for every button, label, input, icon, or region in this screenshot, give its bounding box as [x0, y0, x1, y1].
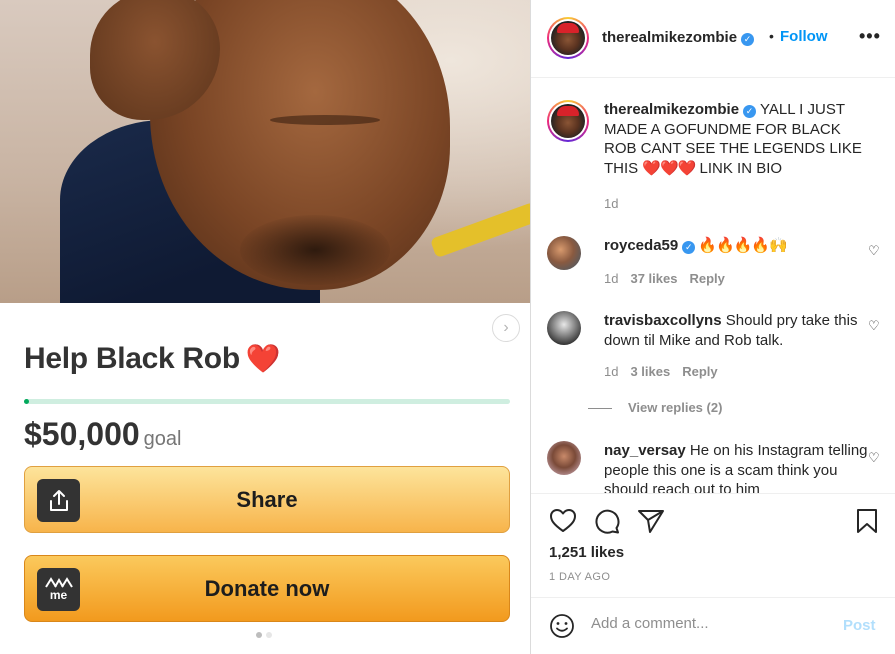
comment-time[interactable]: 1d: [604, 364, 618, 379]
campaign-title: Help Black Rob ❤️: [24, 342, 281, 376]
goal-amount: $50,000 goal: [24, 416, 181, 453]
reply-button[interactable]: Reply: [689, 271, 724, 286]
comment-meta: 1d 3 likes Reply: [604, 364, 730, 379]
post-side-panel: therealmikezombie ✓ • Follow ••• therealm…: [531, 0, 895, 654]
gofundme-me-icon: me: [37, 568, 80, 611]
avatar[interactable]: [547, 17, 589, 59]
comments-list[interactable]: therealmikezombie ✓ YALL I JUST MADE A GO…: [531, 79, 895, 493]
reply-button[interactable]: Reply: [682, 364, 717, 379]
comment-likes[interactable]: 37 likes: [630, 271, 677, 286]
view-replies-label[interactable]: View replies (2): [628, 400, 722, 415]
gofundme-me-text: me: [49, 587, 68, 602]
share-button[interactable]: Share: [24, 466, 510, 533]
progress-fill: [24, 399, 29, 404]
comment-like-heart-icon[interactable]: ♡: [868, 243, 880, 259]
comment-text: royceda59 ✓ 🔥🔥🔥🔥🙌: [604, 236, 876, 256]
caption-meta: 1d: [604, 196, 630, 211]
caption-username[interactable]: therealmikezombie: [604, 101, 739, 118]
post-header: therealmikezombie ✓ • Follow •••: [531, 0, 895, 78]
follow-button[interactable]: Follow: [780, 28, 828, 45]
goal-amount-value: $50,000: [24, 416, 140, 452]
comment-meta: 1d 37 likes Reply: [604, 271, 737, 286]
avatar[interactable]: [547, 311, 581, 345]
header-username-text[interactable]: therealmikezombie: [602, 29, 737, 46]
post-timestamp: 1 DAY AGO: [549, 571, 611, 583]
comment-username[interactable]: nay_versay: [604, 442, 686, 459]
comment-likes[interactable]: 3 likes: [630, 364, 670, 379]
donate-now-label: Donate now: [204, 575, 330, 601]
likes-count[interactable]: 1,251 likes: [549, 544, 624, 561]
send-icon[interactable]: [637, 508, 665, 534]
comment-text: nay_versay He on his Instagram telling p…: [604, 441, 876, 493]
bookmark-icon[interactable]: [855, 508, 879, 534]
verified-badge-icon: ✓: [743, 105, 757, 118]
comment-username[interactable]: travisbaxcollyns: [604, 312, 722, 329]
add-comment-input[interactable]: [591, 615, 831, 632]
share-upload-icon: [37, 479, 80, 522]
post-media: › Help Black Rob ❤️ $50,000 goal Share me …: [0, 0, 530, 654]
share-button-label: Share: [236, 486, 298, 512]
heart-icon[interactable]: [549, 508, 577, 534]
view-replies-button[interactable]: View replies (2): [588, 400, 722, 415]
caption-body-end: LINK IN BIO: [695, 159, 783, 177]
comment-icon[interactable]: [593, 508, 621, 534]
caption-text: therealmikezombie ✓ YALL I JUST MADE A GO…: [604, 100, 876, 178]
hearts-emoji: ❤️❤️❤️: [642, 159, 696, 177]
comment-username[interactable]: royceda59: [604, 237, 678, 254]
verified-badge-icon: ✓: [741, 33, 755, 46]
comment-text: travisbaxcollyns Should pry take this do…: [604, 311, 876, 350]
action-icons: [549, 508, 665, 534]
comment-time[interactable]: 1d: [604, 271, 618, 286]
comment-like-heart-icon[interactable]: ♡: [868, 318, 880, 334]
header-username[interactable]: therealmikezombie ✓: [602, 29, 755, 46]
header-separator: •: [769, 28, 774, 44]
add-comment-bar: Post: [531, 597, 895, 654]
fundraise-progress-bar: [24, 399, 510, 404]
comment-like-heart-icon[interactable]: ♡: [868, 450, 880, 466]
post-comment-button[interactable]: Post: [843, 617, 876, 634]
goal-label: goal: [143, 428, 182, 450]
carousel-dots: [256, 632, 272, 638]
fire-emoji: 🔥🔥🔥🔥🙌: [695, 237, 787, 254]
more-options-icon[interactable]: •••: [859, 26, 881, 47]
post-actions: 1,251 likes 1 DAY AGO: [531, 493, 895, 597]
donate-now-button[interactable]: me Donate now: [24, 555, 510, 622]
avatar[interactable]: [547, 236, 581, 270]
avatar[interactable]: [547, 100, 589, 142]
red-heart-icon: ❤️: [245, 343, 281, 374]
next-slide-button[interactable]: ›: [492, 314, 520, 342]
smiley-icon[interactable]: [549, 613, 575, 644]
campaign-title-text: Help Black Rob: [24, 342, 240, 375]
post-photo: [0, 0, 530, 303]
chevron-right-icon: ›: [503, 319, 509, 336]
verified-badge-icon: ✓: [682, 241, 696, 254]
avatar[interactable]: [547, 441, 581, 475]
caption-time[interactable]: 1d: [604, 196, 618, 211]
